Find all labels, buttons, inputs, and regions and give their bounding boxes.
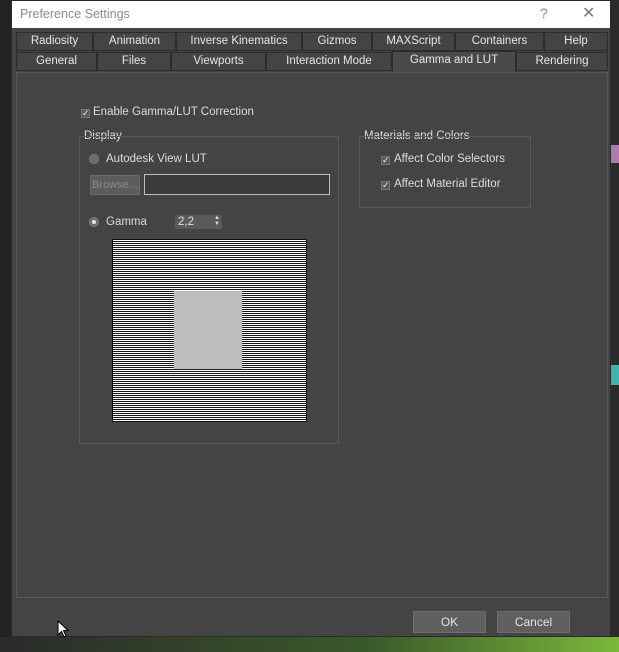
lut-radio[interactable] (89, 154, 99, 164)
enable-gamma-label: Enable Gamma/LUT Correction (93, 106, 254, 118)
affect-color-selectors-label: Affect Color Selectors (394, 153, 506, 165)
viewport-grid-accent (611, 145, 619, 163)
materials-group: ✓ Affect Color Selectors ✓ Affect Materi… (359, 136, 531, 208)
gamma-value: 2,2 (178, 216, 194, 228)
title-bar: Preference Settings ? ✕ (12, 1, 610, 28)
tab-general[interactable]: General (16, 52, 97, 71)
cancel-button[interactable]: Cancel (497, 611, 570, 633)
enable-gamma-checkbox[interactable]: ✓ (81, 109, 90, 118)
gamma-test-pattern (112, 239, 307, 422)
tab-animation[interactable]: Animation (93, 32, 176, 51)
browse-button[interactable]: Browse... (90, 175, 140, 195)
tab-inverse-kinematics[interactable]: Inverse Kinematics (176, 32, 302, 51)
help-icon[interactable]: ? (540, 5, 548, 21)
tab-gizmos[interactable]: Gizmos (302, 32, 372, 51)
spinner-arrows-icon[interactable]: ▲ ▼ (214, 215, 220, 227)
viewport-background-left (0, 0, 11, 637)
ok-button[interactable]: OK (413, 611, 486, 633)
tab-files[interactable]: Files (97, 52, 171, 71)
preference-settings-dialog: Preference Settings ? ✕ Radiosity Animat… (11, 0, 611, 637)
affect-color-selectors-checkbox[interactable]: ✓ (381, 156, 390, 165)
tab-help[interactable]: Help (544, 32, 608, 51)
viewport-grid-accent (611, 365, 619, 385)
affect-material-editor-label: Affect Material Editor (394, 178, 501, 190)
viewport-grid-bottom (0, 637, 619, 652)
dialog-title: Preference Settings (20, 7, 130, 21)
tab-interaction-mode[interactable]: Interaction Mode (266, 52, 392, 71)
gamma-test-square (174, 291, 242, 369)
lut-radio-label: Autodesk View LUT (106, 153, 207, 165)
tab-containers[interactable]: Containers (455, 32, 544, 51)
mouse-cursor-icon (57, 620, 69, 638)
affect-material-editor-checkbox[interactable]: ✓ (381, 181, 390, 190)
close-icon[interactable]: ✕ (582, 3, 595, 23)
tab-gamma-and-lut[interactable]: Gamma and LUT (392, 51, 516, 72)
tab-maxscript[interactable]: MAXScript (372, 32, 455, 51)
gamma-radio-label: Gamma (106, 216, 147, 228)
gamma-spinner[interactable]: 2,2 ▲ ▼ (175, 215, 222, 229)
gamma-radio[interactable] (89, 217, 99, 227)
lut-path-field[interactable] (144, 174, 330, 195)
tab-radiosity[interactable]: Radiosity (16, 32, 93, 51)
viewport-background-right (611, 0, 619, 652)
tab-rendering[interactable]: Rendering (516, 52, 608, 71)
gamma-lut-panel: ✓ Enable Gamma/LUT Correction Display Au… (16, 72, 608, 598)
tab-viewports[interactable]: Viewports (171, 52, 266, 71)
